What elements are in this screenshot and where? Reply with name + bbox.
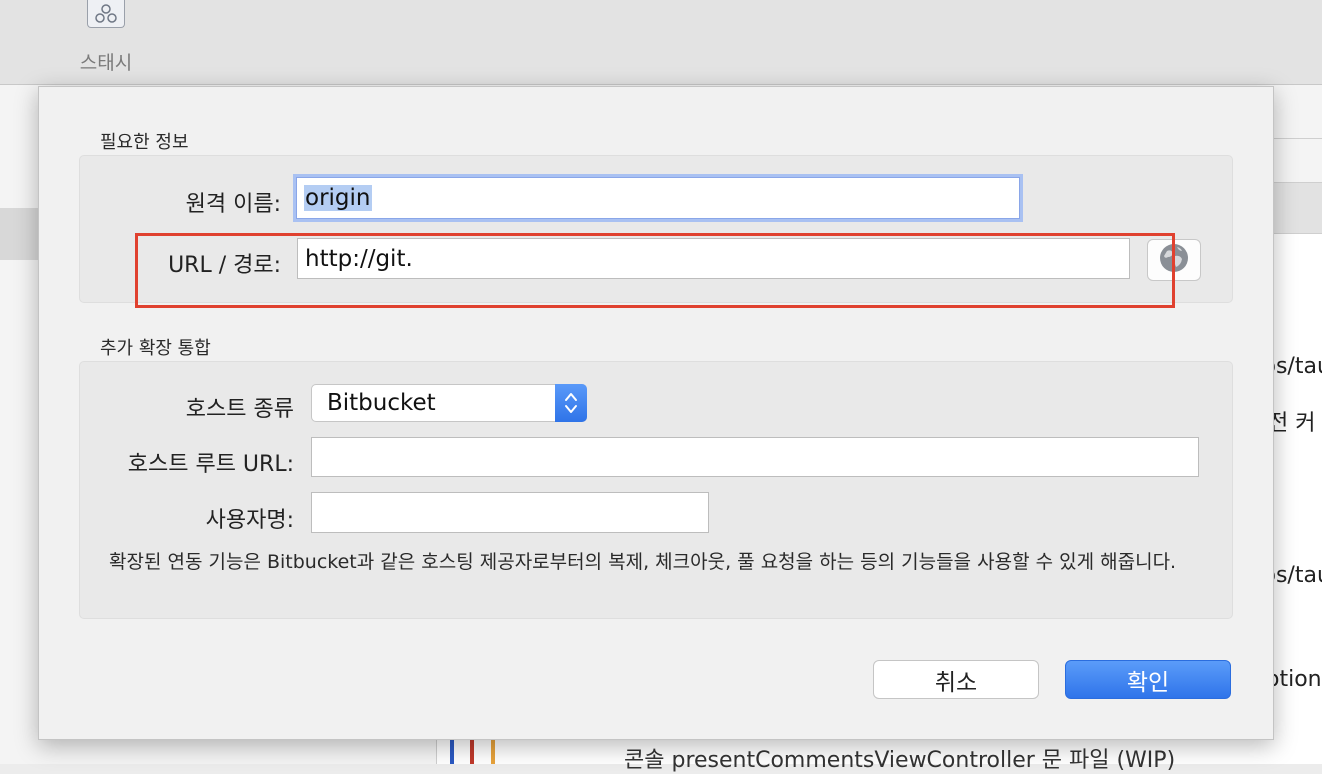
host-type-value: Bitbucket: [327, 390, 436, 416]
ok-button[interactable]: 확인: [1065, 660, 1231, 699]
stash-label: 스태시: [79, 52, 133, 74]
required-info-title: 필요한 정보: [100, 132, 189, 153]
toolbar: 스태시: [0, 0, 1322, 85]
chevron-updown-icon: [555, 384, 587, 422]
stash-icon: [87, 0, 125, 28]
username-input[interactable]: [311, 492, 709, 533]
host-type-select[interactable]: Bitbucket: [311, 384, 587, 422]
host-root-url-input[interactable]: [311, 437, 1199, 477]
remote-name-value: origin: [304, 185, 372, 211]
remote-name-input[interactable]: origin: [296, 177, 1020, 219]
commit-graph-line: [470, 738, 474, 764]
commit-graph-line: [450, 738, 454, 764]
commit-graph-line: [491, 738, 495, 764]
url-highlight-annotation: [135, 233, 1175, 308]
background-divider: [1272, 138, 1322, 139]
background-text: 전 커: [1268, 411, 1316, 436]
stash-button[interactable]: 스태시: [70, 0, 142, 80]
background-text: otion: [1266, 667, 1322, 692]
extension-help-text: 확장된 연동 기능은 Bitbucket과 같은 호스팅 제공자로부터의 복제,…: [109, 551, 1177, 573]
host-root-url-label: 호스트 루트 URL:: [127, 452, 294, 477]
remote-settings-dialog: 필요한 정보 원격 이름: origin URL / 경로: http://gi…: [38, 86, 1274, 740]
background-sidebar-selection: [0, 208, 40, 260]
background-commit-message: 콘솔 presentCommentsViewController 문 파일 (W…: [624, 748, 1176, 773]
remote-name-label: 원격 이름:: [185, 192, 281, 217]
cancel-button[interactable]: 취소: [873, 660, 1039, 699]
extension-section-title: 추가 확장 통합: [100, 338, 211, 359]
background-header-bar: [1272, 182, 1322, 234]
username-label: 사용자명:: [205, 508, 294, 533]
host-type-label: 호스트 종류: [185, 397, 294, 422]
